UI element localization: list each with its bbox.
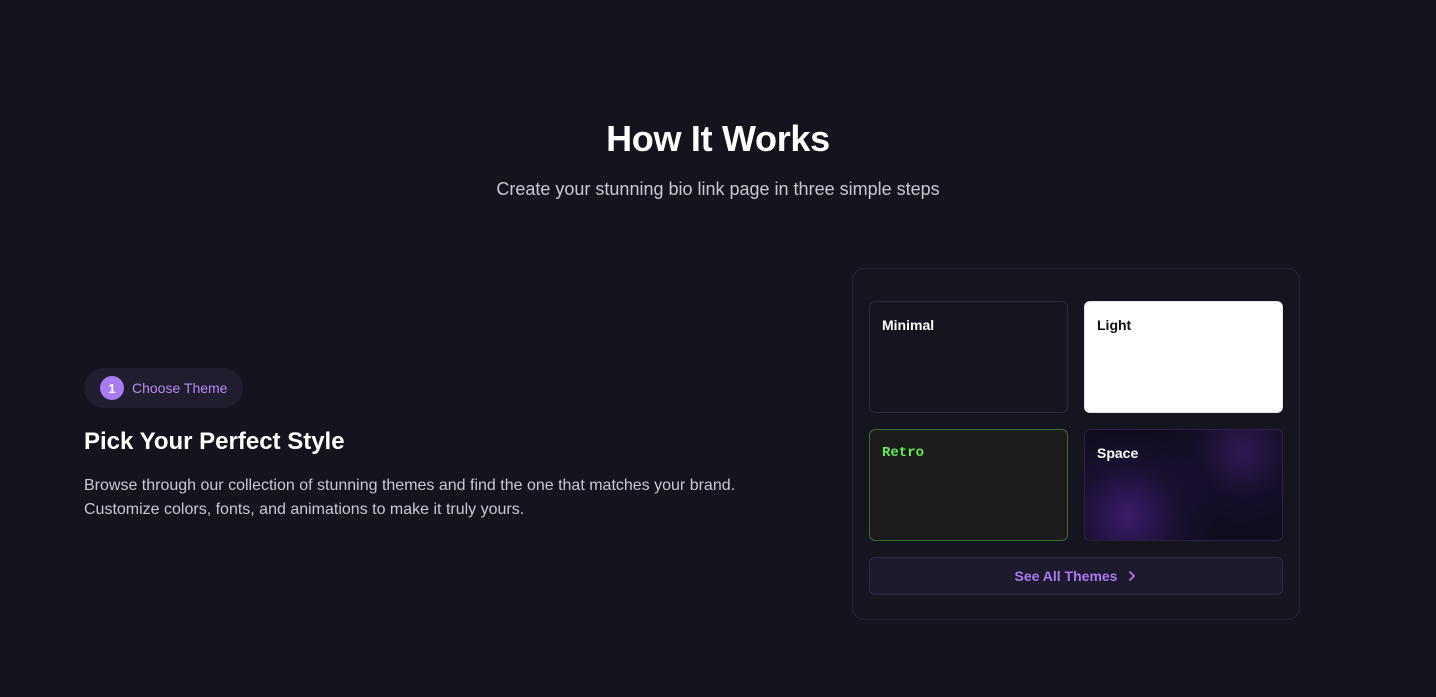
step-number: 1 <box>100 376 124 400</box>
step-description: Browse through our collection of stunnin… <box>84 474 784 522</box>
theme-tile-space[interactable]: Space <box>1084 429 1283 541</box>
see-all-themes-label: See All Themes <box>1014 568 1118 584</box>
step-description-line: Customize colors, fonts, and animations … <box>84 501 525 518</box>
theme-tile-light[interactable]: Light <box>1084 301 1283 413</box>
chevron-right-icon <box>1127 570 1137 582</box>
step-title: Pick Your Perfect Style <box>84 428 345 455</box>
theme-name: Space <box>1097 445 1139 461</box>
theme-name: Minimal <box>882 317 935 333</box>
step-badge: 1 Choose Theme <box>84 368 244 408</box>
theme-tile-retro[interactable]: Retro <box>869 429 1068 541</box>
section-subtitle: Create your stunning bio link page in th… <box>496 179 940 199</box>
theme-name: Retro <box>882 445 925 461</box>
theme-preview-card: Minimal Light Retro Space See All Themes <box>852 268 1300 620</box>
how-it-works-section: How It Works Create your stunning bio li… <box>0 0 1436 697</box>
step-label: Choose Theme <box>132 380 228 396</box>
theme-tile-minimal[interactable]: Minimal <box>869 301 1068 413</box>
see-all-themes-button[interactable]: See All Themes <box>869 557 1283 595</box>
section-title: How It Works <box>606 118 830 159</box>
theme-name: Light <box>1097 317 1132 333</box>
step-description-line: Browse through our collection of stunnin… <box>84 477 736 494</box>
